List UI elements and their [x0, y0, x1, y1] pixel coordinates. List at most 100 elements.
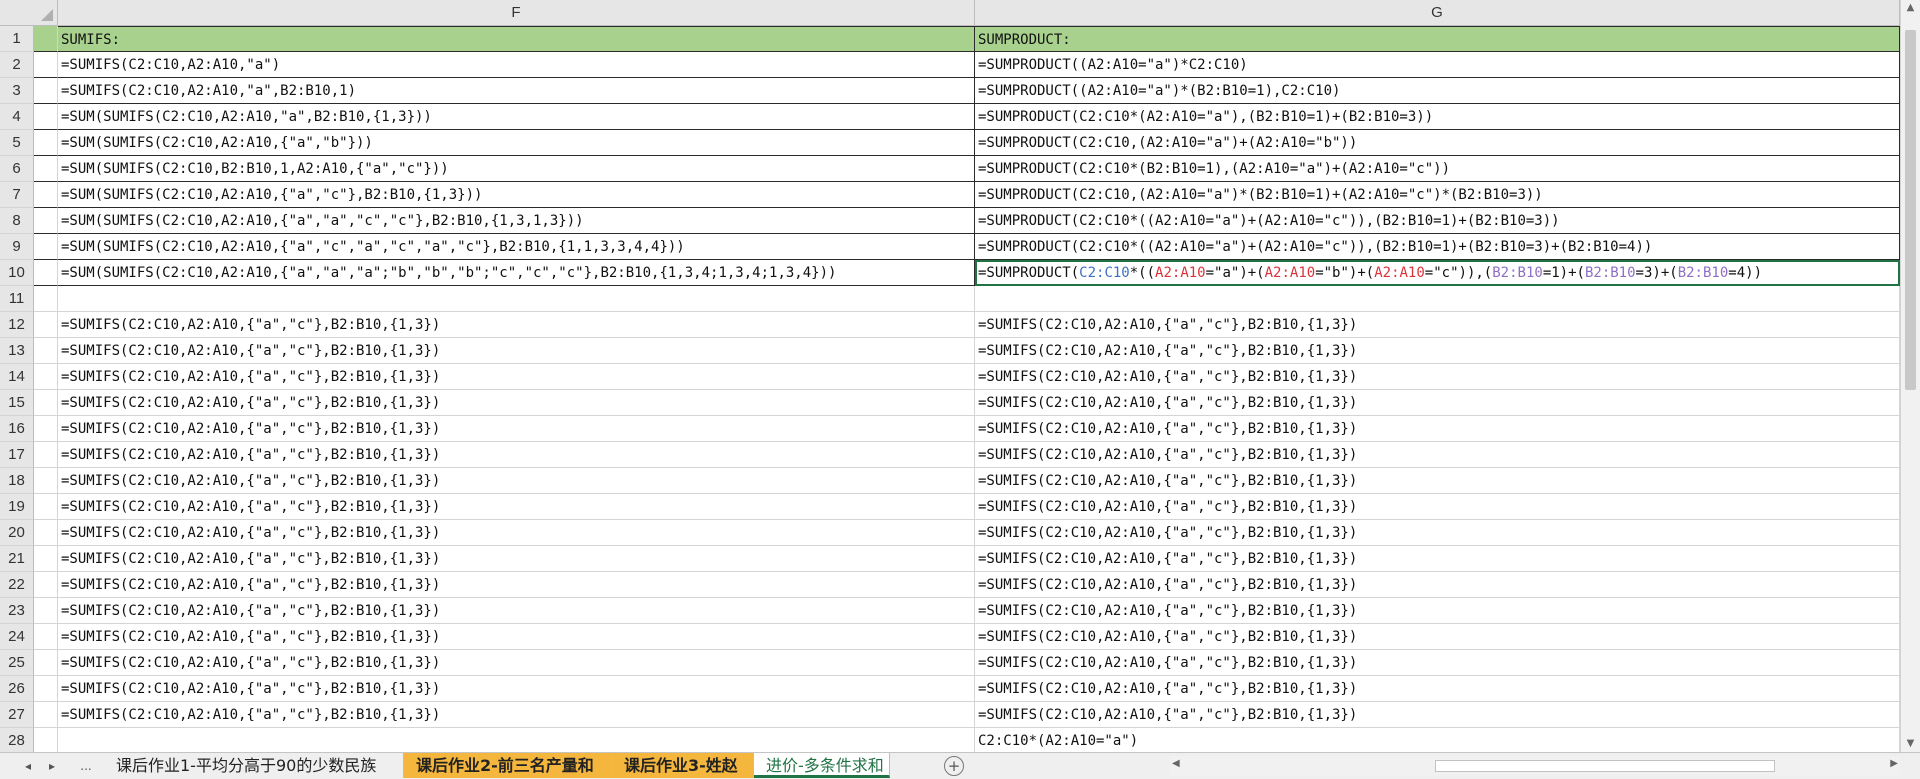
cell-e[interactable] [34, 182, 58, 208]
cell-e[interactable] [34, 156, 58, 182]
cell-g[interactable]: =SUMIFS(C2:C10,A2:A10,{"a","c"},B2:B10,{… [975, 650, 1900, 676]
cell-g[interactable]: =SUMIFS(C2:C10,A2:A10,{"a","c"},B2:B10,{… [975, 442, 1900, 468]
cell-e[interactable] [34, 520, 58, 546]
row-header[interactable]: 15 [0, 390, 34, 416]
cell-g[interactable]: =SUMIFS(C2:C10,A2:A10,{"a","c"},B2:B10,{… [975, 546, 1900, 572]
row-header[interactable]: 8 [0, 208, 34, 234]
row-header[interactable]: 16 [0, 416, 34, 442]
cell-g[interactable]: SUMPRODUCT: [975, 26, 1900, 52]
cell-f[interactable]: =SUM(SUMIFS(C2:C10,A2:A10,{"a","b"})) [58, 130, 975, 156]
cell-g[interactable]: =SUMIFS(C2:C10,A2:A10,{"a","c"},B2:B10,{… [975, 520, 1900, 546]
cell-f[interactable]: =SUMIFS(C2:C10,A2:A10,{"a","c"},B2:B10,{… [58, 572, 975, 598]
cell-e[interactable] [34, 494, 58, 520]
cell-g[interactable]: =SUMPRODUCT(C2:C10*(A2:A10="a"),(B2:B10=… [975, 104, 1900, 130]
row-header[interactable]: 26 [0, 676, 34, 702]
scroll-down-icon[interactable]: ▼ [1901, 736, 1920, 752]
row-header[interactable]: 5 [0, 130, 34, 156]
cell-g[interactable]: =SUMIFS(C2:C10,A2:A10,{"a","c"},B2:B10,{… [975, 338, 1900, 364]
cell-e[interactable] [34, 26, 58, 52]
row-header[interactable]: 17 [0, 442, 34, 468]
cell-f[interactable]: =SUMIFS(C2:C10,A2:A10,{"a","c"},B2:B10,{… [58, 442, 975, 468]
cell-e[interactable] [34, 676, 58, 702]
cell-e[interactable] [34, 260, 58, 286]
cell-g[interactable]: =SUMIFS(C2:C10,A2:A10,{"a","c"},B2:B10,{… [975, 312, 1900, 338]
scroll-left-icon[interactable]: ◀ [1172, 758, 1180, 769]
cell-f[interactable]: =SUMIFS(C2:C10,A2:A10,"a") [58, 52, 975, 78]
cell-g[interactable]: =SUMPRODUCT(C2:C10*((A2:A10="a")+(A2:A10… [975, 234, 1900, 260]
tab-nav-next[interactable]: ▸ [40, 753, 64, 779]
horizontal-scroll-thumb[interactable] [1435, 760, 1775, 772]
cell-e[interactable] [34, 702, 58, 728]
cell-g[interactable]: =SUMIFS(C2:C10,A2:A10,{"a","c"},B2:B10,{… [975, 416, 1900, 442]
column-header-f[interactable]: F [58, 0, 975, 25]
cell-f[interactable]: =SUM(SUMIFS(C2:C10,A2:A10,{"a","a","a";"… [58, 260, 975, 286]
row-header[interactable]: 28 [0, 728, 34, 752]
cell-f[interactable]: =SUMIFS(C2:C10,A2:A10,{"a","c"},B2:B10,{… [58, 520, 975, 546]
cell-e[interactable] [34, 78, 58, 104]
cell-g[interactable]: =SUMIFS(C2:C10,A2:A10,{"a","c"},B2:B10,{… [975, 390, 1900, 416]
row-header[interactable]: 3 [0, 78, 34, 104]
cell-e[interactable] [34, 104, 58, 130]
sheet-tab[interactable]: 进价-多条件求和 [754, 753, 890, 778]
cell-e[interactable] [34, 364, 58, 390]
cell-f[interactable]: =SUMIFS(C2:C10,A2:A10,"a",B2:B10,1) [58, 78, 975, 104]
cell-g[interactable]: =SUMIFS(C2:C10,A2:A10,{"a","c"},B2:B10,{… [975, 598, 1900, 624]
cell-f[interactable]: =SUMIFS(C2:C10,A2:A10,{"a","c"},B2:B10,{… [58, 390, 975, 416]
cell-e[interactable] [34, 650, 58, 676]
cell-e[interactable] [34, 312, 58, 338]
sheet-tab[interactable]: 课后作业3-姓赵 [612, 753, 754, 778]
cell-g[interactable]: C2:C10*(A2:A10="a") [975, 728, 1900, 752]
cell-f[interactable]: =SUMIFS(C2:C10,A2:A10,{"a","c"},B2:B10,{… [58, 416, 975, 442]
row-header[interactable]: 4 [0, 104, 34, 130]
row-header[interactable]: 24 [0, 624, 34, 650]
cell-g[interactable]: =SUMIFS(C2:C10,A2:A10,{"a","c"},B2:B10,{… [975, 364, 1900, 390]
cell-f[interactable]: =SUM(SUMIFS(C2:C10,A2:A10,{"a","a","c","… [58, 208, 975, 234]
add-sheet-icon[interactable]: + [944, 756, 964, 776]
tab-nav-more[interactable]: ... [74, 753, 98, 779]
cell-e[interactable] [34, 468, 58, 494]
row-header[interactable]: 9 [0, 234, 34, 260]
cell-e[interactable] [34, 624, 58, 650]
cell-f[interactable]: =SUM(SUMIFS(C2:C10,A2:A10,{"a","c"},B2:B… [58, 182, 975, 208]
row-header[interactable]: 20 [0, 520, 34, 546]
row-header[interactable]: 7 [0, 182, 34, 208]
cell-f[interactable] [58, 286, 975, 312]
scroll-up-icon[interactable]: ▲ [1901, 0, 1920, 16]
cell-e[interactable] [34, 234, 58, 260]
cell-g[interactable]: =SUMIFS(C2:C10,A2:A10,{"a","c"},B2:B10,{… [975, 702, 1900, 728]
select-all-button[interactable] [0, 0, 58, 25]
cell-g[interactable]: =SUMIFS(C2:C10,A2:A10,{"a","c"},B2:B10,{… [975, 468, 1900, 494]
cell-e[interactable] [34, 208, 58, 234]
cell-e[interactable] [34, 442, 58, 468]
cell-f[interactable]: =SUMIFS(C2:C10,A2:A10,{"a","c"},B2:B10,{… [58, 546, 975, 572]
cell-e[interactable] [34, 598, 58, 624]
tab-nav-prev[interactable]: ◂ [16, 753, 40, 779]
cell-f[interactable]: =SUMIFS(C2:C10,A2:A10,{"a","c"},B2:B10,{… [58, 494, 975, 520]
cell-g[interactable]: =SUMIFS(C2:C10,A2:A10,{"a","c"},B2:B10,{… [975, 676, 1900, 702]
cell-g[interactable]: =SUMPRODUCT(C2:C10,(A2:A10="a")*(B2:B10=… [975, 182, 1900, 208]
cell-f[interactable]: =SUMIFS(C2:C10,A2:A10,{"a","c"},B2:B10,{… [58, 364, 975, 390]
cell-f[interactable]: =SUMIFS(C2:C10,A2:A10,{"a","c"},B2:B10,{… [58, 650, 975, 676]
vertical-scrollbar[interactable]: ▲ ▼ [1900, 0, 1920, 752]
active-cell-g[interactable]: =SUMPRODUCT(C2:C10*((A2:A10="a")+(A2:A10… [975, 260, 1900, 286]
cell-f[interactable] [58, 728, 975, 752]
row-header[interactable]: 10 [0, 260, 34, 286]
cell-f[interactable]: =SUM(SUMIFS(C2:C10,A2:A10,{"a","c","a","… [58, 234, 975, 260]
cell-e[interactable] [34, 572, 58, 598]
cell-e[interactable] [34, 286, 58, 312]
row-header[interactable]: 22 [0, 572, 34, 598]
row-header[interactable]: 14 [0, 364, 34, 390]
cell-g[interactable]: =SUMIFS(C2:C10,A2:A10,{"a","c"},B2:B10,{… [975, 624, 1900, 650]
cell-e[interactable] [34, 390, 58, 416]
row-header[interactable]: 1 [0, 26, 34, 52]
row-header[interactable]: 19 [0, 494, 34, 520]
row-header[interactable]: 2 [0, 52, 34, 78]
cell-g[interactable] [975, 286, 1900, 312]
scroll-right-icon[interactable]: ▶ [1890, 758, 1898, 769]
cell-f[interactable]: =SUMIFS(C2:C10,A2:A10,{"a","c"},B2:B10,{… [58, 676, 975, 702]
cell-f[interactable]: =SUMIFS(C2:C10,A2:A10,{"a","c"},B2:B10,{… [58, 468, 975, 494]
cell-f[interactable]: =SUM(SUMIFS(C2:C10,A2:A10,"a",B2:B10,{1,… [58, 104, 975, 130]
row-header[interactable]: 18 [0, 468, 34, 494]
cell-e[interactable] [34, 728, 58, 752]
cell-g[interactable]: =SUMPRODUCT((A2:A10="a")*(B2:B10=1),C2:C… [975, 78, 1900, 104]
